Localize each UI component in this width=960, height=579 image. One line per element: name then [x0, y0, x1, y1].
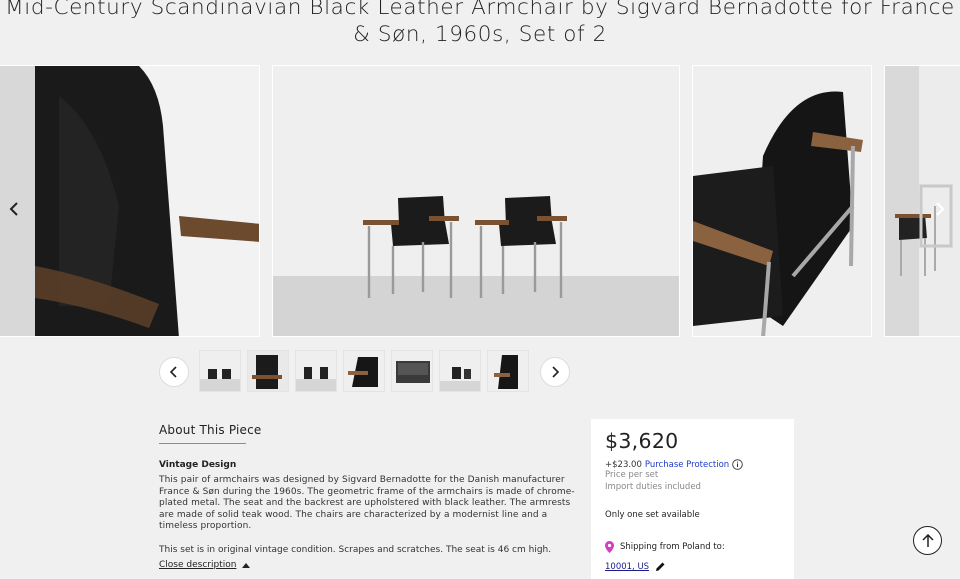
chevron-left-icon — [169, 366, 177, 378]
thumbnail-4[interactable] — [343, 350, 385, 392]
section-title: Vintage Design — [159, 460, 237, 470]
thumbnail-6[interactable] — [439, 350, 481, 392]
info-icon[interactable] — [732, 459, 743, 470]
shipping-row: Shipping from Poland to: — [605, 541, 780, 553]
purchase-protection-link[interactable]: Purchase Protection — [645, 460, 729, 470]
gallery-next-button[interactable] — [926, 195, 954, 223]
zip-code: 10001, US — [605, 561, 650, 572]
close-description-label: Close description — [159, 560, 237, 570]
thumbnail-5[interactable] — [391, 350, 433, 392]
pencil-icon[interactable] — [655, 561, 666, 572]
chevron-left-icon — [9, 202, 18, 216]
purchase-protection-row: +$23.00 Purchase Protection — [605, 459, 780, 470]
about-underline — [159, 443, 246, 444]
thumbnail-7[interactable] — [487, 350, 529, 392]
description-text: This pair of armchairs was designed by S… — [159, 475, 575, 531]
chevron-right-icon — [552, 366, 560, 378]
thumbnails-next-button[interactable] — [540, 357, 570, 387]
shipping-label: Shipping from Poland to: — [620, 542, 725, 552]
thumbnail-1[interactable] — [199, 350, 241, 392]
close-description-link[interactable]: Close description — [159, 560, 251, 570]
thumbnails-prev-button[interactable] — [159, 357, 189, 387]
zip-code-link[interactable]: 10001, US — [605, 561, 780, 572]
scroll-to-top-button[interactable] — [913, 526, 942, 555]
condition-text: This set is in original vintage conditio… — [159, 544, 552, 555]
gallery-image-3[interactable] — [692, 65, 872, 337]
page-title: Mid-Century Scandinavian Black Leather A… — [5, 0, 955, 47]
gallery-image-1[interactable] — [0, 65, 260, 337]
location-pin-icon — [605, 541, 614, 553]
import-duties: Import duties included — [605, 481, 701, 492]
thumbnail-2[interactable] — [247, 350, 289, 392]
price: $3,620 — [605, 429, 679, 453]
arrow-up-icon — [921, 533, 934, 547]
image-gallery[interactable] — [0, 65, 960, 337]
gallery-image-2[interactable] — [272, 65, 680, 337]
protection-price: +$23.00 — [605, 459, 642, 470]
chevron-right-icon — [936, 202, 945, 216]
thumbnail-3[interactable] — [295, 350, 337, 392]
caret-up-icon — [242, 563, 251, 568]
gallery-prev-button[interactable] — [0, 195, 28, 223]
about-title: About This Piece — [159, 423, 262, 437]
price-per-set: Price per set — [605, 470, 659, 480]
price-card: $3,620 +$23.00 Purchase Protection Price… — [591, 419, 794, 579]
availability: Only one set available — [605, 510, 700, 520]
about-section: About This Piece Vintage Design This pai… — [159, 423, 579, 556]
